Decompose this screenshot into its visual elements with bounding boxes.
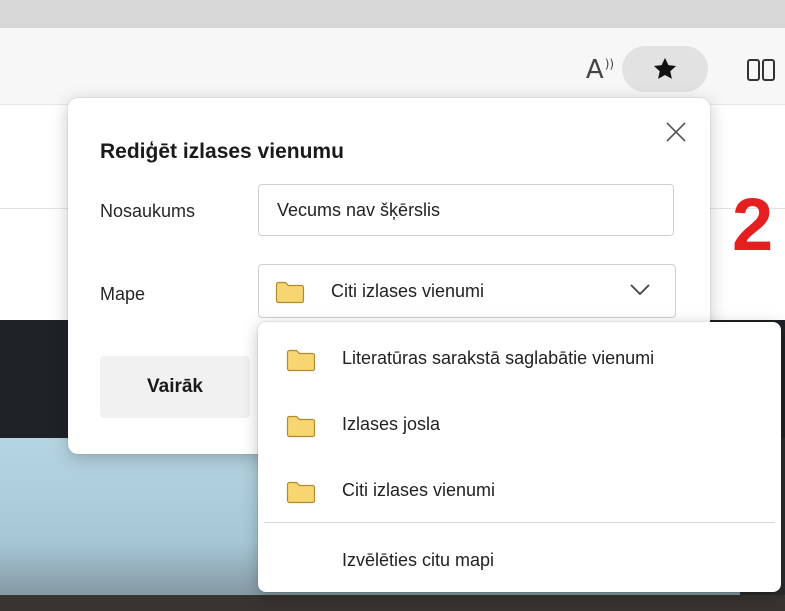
folder-dropdown-menu: Literatūras sarakstā saglabātie vienumi … xyxy=(258,322,781,592)
folder-icon xyxy=(286,415,316,438)
menu-item-label: Citi izlases vienumi xyxy=(342,480,496,500)
folder-label: Mape xyxy=(100,284,146,304)
menu-item-reading-list[interactable]: Literatūras sarakstā saglabātie vienumi xyxy=(258,328,781,388)
read-aloud-icon[interactable]: A)) xyxy=(580,50,620,90)
page-photo-bottom xyxy=(0,595,785,611)
folder-icon xyxy=(286,349,316,372)
menu-item-choose-other-folder[interactable]: Izvēlēties citu mapi xyxy=(258,530,781,590)
split-screen-icon[interactable] xyxy=(744,56,778,84)
dialog-title: Rediģēt izlases vienumu xyxy=(100,140,344,163)
menu-item-label: Izvēlēties citu mapi xyxy=(342,550,495,570)
menu-item-label: Literatūras sarakstā saglabātie vienumi xyxy=(342,348,655,368)
favorite-star-button[interactable] xyxy=(622,46,708,92)
star-icon xyxy=(653,57,677,79)
folder-select-value: Citi izlases vienumi xyxy=(331,281,485,301)
chevron-down-icon xyxy=(630,284,650,296)
menu-item-label: Izlases josla xyxy=(342,414,441,434)
close-button[interactable] xyxy=(660,116,692,148)
folder-icon xyxy=(275,281,305,304)
window-top-strip xyxy=(0,0,785,28)
folder-icon xyxy=(286,481,316,504)
name-input[interactable] xyxy=(258,184,674,236)
menu-item-favorites-bar[interactable]: Izlases josla xyxy=(258,394,781,454)
step-number: 2 xyxy=(732,183,774,266)
close-icon xyxy=(666,122,686,142)
folder-select[interactable]: Citi izlases vienumi xyxy=(258,264,676,318)
name-label: Nosaukums xyxy=(100,201,196,221)
menu-separator xyxy=(264,522,775,523)
more-button[interactable]: Vairāk xyxy=(100,356,250,418)
menu-item-other-favorites[interactable]: Citi izlases vienumi xyxy=(258,460,781,520)
